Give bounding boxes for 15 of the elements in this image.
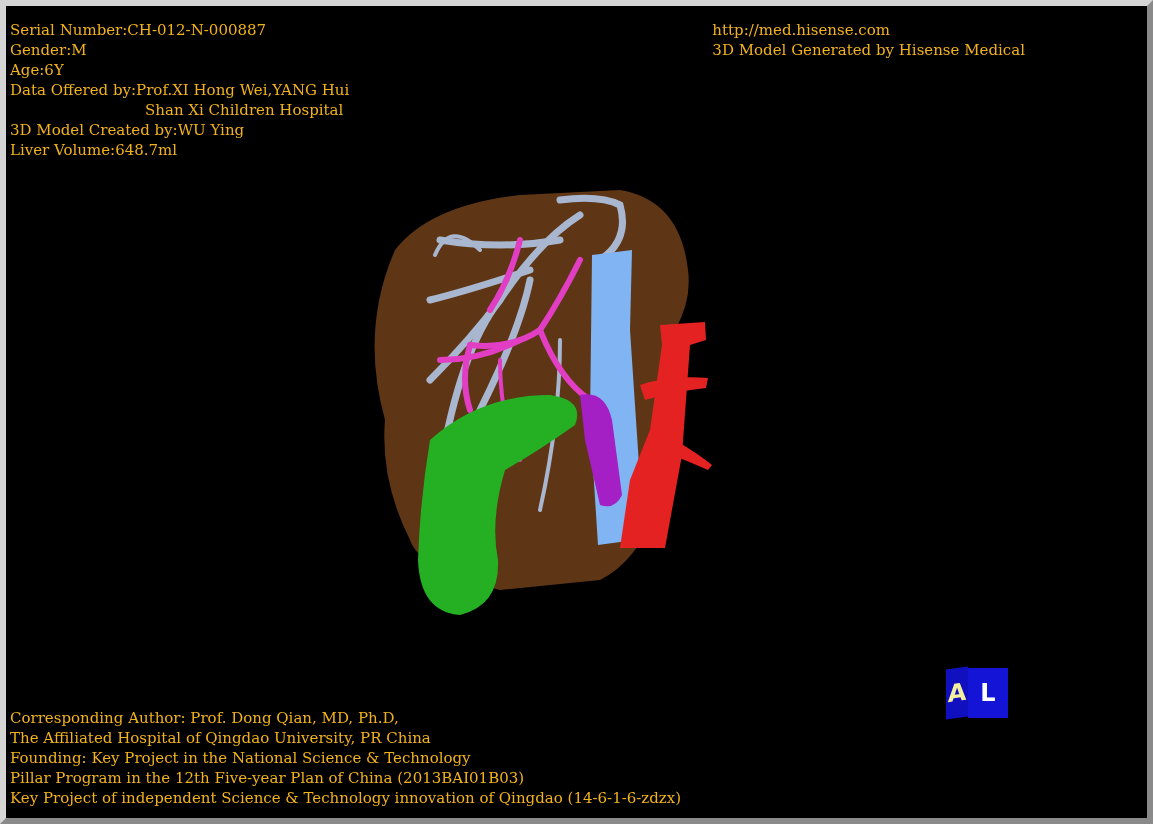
info-text: 3D Model Created by:WU Ying [10,120,245,140]
info-text: Data Offered by:Prof.XI Hong Wei,YANG Hui [10,80,350,100]
info-text: Corresponding Author: Prof. Dong Qian, MD, Ph.D, [10,708,399,728]
info-text: Age:6Y [10,60,64,80]
info-text: 3D Model Generated by Hisense Medical [712,40,1025,60]
info-text: Key Project of independent Science & Technology innovation of Qingdao (14-6-1-6-zdzx) [10,788,682,808]
info-text: Serial Number:CH-012-N-000887 [10,20,267,40]
info-text: The Affiliated Hospital of Qingdao University, PR China [10,728,431,748]
info-text: Founding: Key Project in the National Science & Technology [10,748,471,768]
cube-face[interactable]: L [968,668,1008,718]
info-text: Shan Xi Children Hospital [145,100,344,120]
info-text: Gender:M [10,40,87,60]
info-text: Pillar Program in the 12th Five-year Plan of China (2013BAI01B03) [10,768,525,788]
cube-face[interactable]: A [946,666,968,720]
info-text: Liver Volume:648.7ml [10,140,178,160]
